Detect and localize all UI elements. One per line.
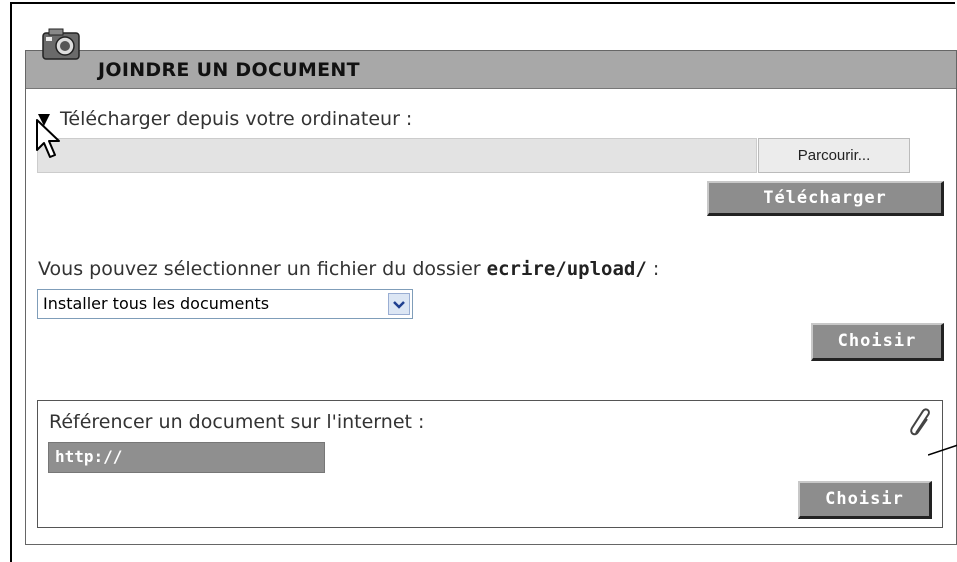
folder-path: ecrire/upload/ <box>486 258 647 280</box>
file-path-input[interactable] <box>37 138 757 173</box>
folder-select-label: Vous pouvez sélectionner un fichier du d… <box>38 258 660 280</box>
internet-reference-label: Référencer un document sur l'internet : <box>49 411 425 433</box>
annotation-line <box>928 444 957 456</box>
choose-file-button[interactable]: Choisir <box>811 323 944 361</box>
upload-label: Télécharger depuis votre ordinateur : <box>60 108 413 130</box>
camera-icon <box>42 28 80 60</box>
select-value: Installer tous les documents <box>43 294 270 313</box>
url-input[interactable]: http:// <box>48 442 325 473</box>
panel-header: JOINDRE UN DOCUMENT <box>26 51 956 89</box>
paperclip-icon <box>910 408 930 436</box>
choose-url-button[interactable]: Choisir <box>798 481 932 519</box>
internet-reference-box: Référencer un document sur l'internet : … <box>37 400 943 528</box>
chevron-down-icon[interactable] <box>388 293 410 315</box>
mouse-cursor-icon <box>36 119 60 158</box>
upload-button[interactable]: Télécharger <box>707 181 944 216</box>
browse-button[interactable]: Parcourir... <box>758 138 910 173</box>
panel-title: JOINDRE UN DOCUMENT <box>98 59 360 81</box>
document-select[interactable]: Installer tous les documents <box>37 289 413 319</box>
